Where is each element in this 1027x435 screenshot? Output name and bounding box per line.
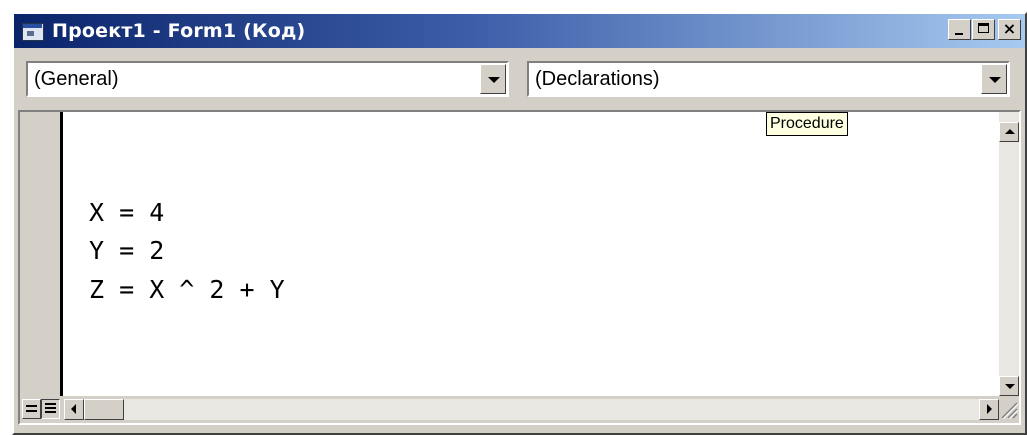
object-combo[interactable]: (General) (26, 61, 509, 97)
scroll-right-button[interactable] (979, 399, 999, 420)
code-line[interactable]: Y = 2 (89, 236, 164, 266)
procedure-tooltip: Procedure (766, 112, 848, 136)
horizontal-scrollbar[interactable] (64, 399, 999, 420)
procedure-combo-dropdown-button[interactable] (981, 64, 1007, 94)
resize-grip-icon[interactable] (999, 399, 1019, 420)
bottom-bar (20, 396, 1019, 423)
arrow-right-icon (987, 404, 992, 414)
horizontal-scroll-thumb[interactable] (84, 399, 124, 420)
maximize-button[interactable] (972, 19, 995, 40)
code-window: Проект1 - Form1 (Код) × (General) (Decla… (12, 12, 1027, 435)
arrow-up-icon (1005, 129, 1015, 134)
minimize-icon (955, 33, 963, 35)
procedure-combo-value: (Declarations) (535, 68, 660, 90)
window-title: Проект1 - Form1 (Код) (52, 20, 306, 42)
scroll-left-button[interactable] (64, 399, 84, 420)
title-bar[interactable]: Проект1 - Form1 (Код) × (14, 14, 1025, 48)
chevron-down-icon (488, 77, 500, 83)
object-combo-value: (General) (34, 68, 119, 90)
maximize-icon (978, 23, 989, 33)
close-icon: × (1002, 19, 1017, 38)
chevron-down-icon (989, 77, 1001, 83)
full-module-view-button[interactable] (41, 399, 60, 419)
scroll-down-button[interactable] (999, 376, 1019, 396)
vb-form-icon[interactable] (22, 21, 44, 41)
margin-indicator-bar[interactable] (20, 112, 60, 396)
minimize-button[interactable] (948, 19, 971, 40)
code-line[interactable]: Z = X ^ 2 + Y (89, 275, 285, 305)
vertical-scrollbar[interactable] (999, 112, 1019, 396)
object-combo-dropdown-button[interactable] (480, 64, 506, 94)
scroll-up-button[interactable] (999, 122, 1019, 142)
code-editor[interactable]: X = 4 Y = 2 Z = X ^ 2 + Y Procedure (18, 110, 1021, 425)
code-text-area[interactable]: X = 4 Y = 2 Z = X ^ 2 + Y Procedure (63, 112, 999, 396)
procedure-view-button[interactable] (22, 399, 41, 419)
code-line[interactable]: X = 4 (89, 198, 164, 228)
close-button[interactable]: × (998, 19, 1021, 40)
arrow-down-icon (1005, 384, 1015, 389)
procedure-combo[interactable]: (Declarations) (527, 61, 1010, 97)
arrow-left-icon (71, 404, 76, 414)
